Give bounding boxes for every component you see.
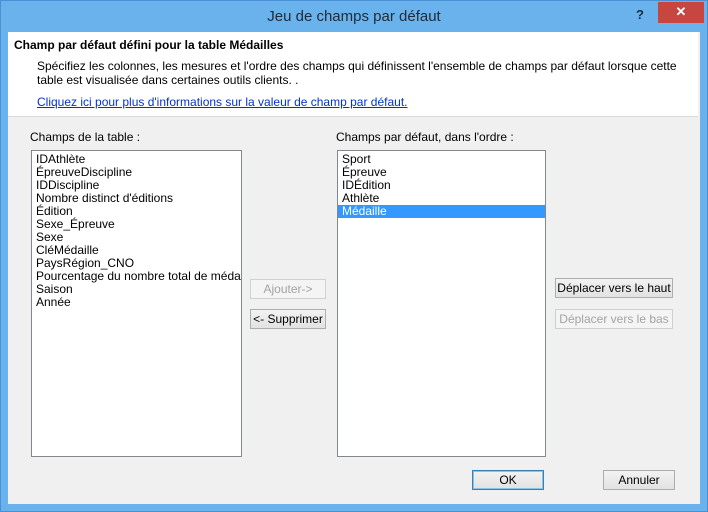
window-title: Jeu de champs par défaut: [267, 8, 441, 25]
help-link[interactable]: Cliquez ici pour plus d'informations sur…: [37, 95, 407, 109]
ok-button[interactable]: OK: [472, 470, 544, 490]
default-fields-label: Champs par défaut, dans l'ordre :: [336, 130, 514, 144]
list-item[interactable]: Sexe_Épreuve: [32, 218, 241, 231]
help-icon[interactable]: ?: [629, 5, 651, 25]
add-button[interactable]: Ajouter->: [250, 279, 326, 299]
header-description: Spécifiez les colonnes, les mesures et l…: [37, 59, 677, 87]
close-icon[interactable]: ✕: [658, 2, 704, 23]
header-title: Champ par défaut défini pour la table Mé…: [14, 38, 284, 52]
default-fields-list[interactable]: Sport Épreuve IDÉdition Athlète Médaille: [337, 150, 546, 457]
dialog-window: Jeu de champs par défaut ? ✕ Champ par d…: [0, 0, 708, 512]
list-item[interactable]: Année: [32, 296, 241, 309]
header-panel: Champ par défaut défini pour la table Mé…: [8, 32, 698, 117]
move-down-button[interactable]: Déplacer vers le bas: [555, 309, 673, 329]
move-up-button[interactable]: Déplacer vers le haut: [555, 278, 673, 298]
table-fields-list[interactable]: IDAthlète ÉpreuveDiscipline IDDiscipline No…: [31, 150, 242, 457]
remove-button[interactable]: <- Supprimer: [250, 309, 326, 329]
table-fields-label: Champs de la table :: [30, 130, 141, 144]
dialog-content: Champ par défaut défini pour la table Mé…: [8, 32, 700, 504]
list-item[interactable]: Médaille: [338, 205, 545, 218]
title-bar[interactable]: Jeu de champs par défaut ? ✕: [1, 1, 707, 32]
cancel-button[interactable]: Annuler: [603, 470, 675, 490]
